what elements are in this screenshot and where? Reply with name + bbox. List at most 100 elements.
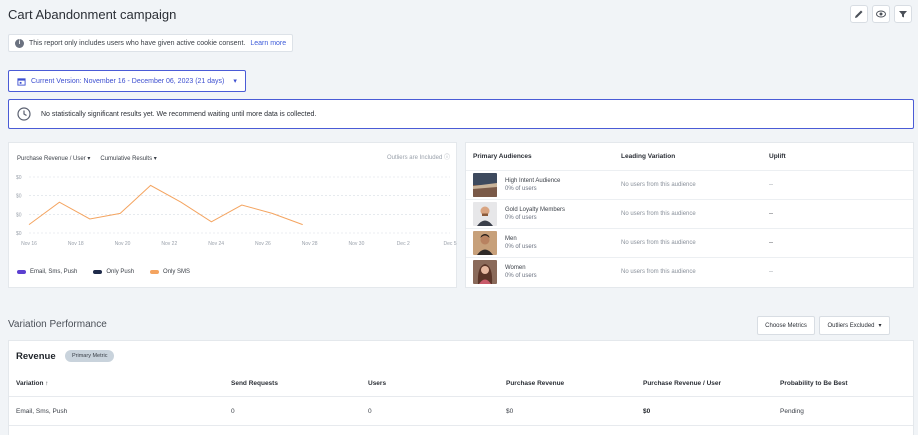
x-tick-label: Nov 22: [161, 241, 177, 247]
version-label: Current Version: November 16 - December …: [31, 77, 225, 85]
choose-metrics-button[interactable]: Choose Metrics: [757, 316, 815, 335]
legend-label: Only SMS: [163, 269, 191, 275]
series-line: [28, 184, 303, 226]
outliers-included-label: Outliers are Included ⓘ: [387, 152, 450, 161]
calendar-icon: [17, 77, 26, 86]
outliers-excluded-label: Outliers Excluded: [827, 322, 875, 329]
primary-metric-badge: Primary Metric: [65, 350, 115, 362]
audience-row[interactable]: Men 0% of users No users from this audien…: [466, 228, 913, 257]
info-icon: i: [15, 38, 24, 48]
divider: [9, 425, 913, 426]
page-title: Cart Abandonment campaign: [8, 7, 177, 22]
cookie-consent-banner: i This report only includes users who ha…: [8, 34, 294, 52]
audiences-header: Primary Audiences Leading Variation Upli…: [466, 143, 913, 170]
probability-column-header: Probability to Be Best: [780, 380, 848, 387]
line-chart: $0 $0 $0 $0 Nov 16 Nov 18 Nov 20 Nov 22 Nov 24 No…: [16, 175, 457, 247]
audience-avatar: [473, 231, 497, 255]
audiences-panel: Primary Audiences Leading Variation Upli…: [465, 142, 914, 288]
uplift-column-header: Uplift: [769, 153, 786, 160]
audience-thumbnail: [473, 173, 497, 197]
audience-name: Men: [505, 236, 517, 242]
audience-row[interactable]: High Intent Audience 0% of users No users…: [466, 170, 913, 199]
leading-variation: No users from this audience: [621, 240, 696, 246]
users-cell: 0: [368, 408, 372, 415]
pencil-icon: [855, 10, 863, 18]
leading-variation: No users from this audience: [621, 269, 696, 275]
significance-notice: No statistically significant results yet…: [8, 99, 914, 129]
leading-variation: No users from this audience: [621, 182, 696, 188]
legend-label: Only Push: [106, 269, 135, 275]
clock-icon: [17, 107, 31, 121]
audience-users: 0% of users: [505, 186, 537, 192]
chevron-down-icon: ▾: [878, 323, 882, 329]
x-tick-label: Nov 18: [68, 241, 84, 247]
legend-swatch: [17, 270, 26, 274]
outliers-text: Outliers are Included: [386, 155, 443, 161]
users-column-header: Users: [368, 380, 387, 387]
audience-users: 0% of users: [505, 244, 537, 250]
chevron-down-icon: ▾: [233, 78, 237, 85]
metric-dropdown[interactable]: Purchase Revenue / User: [17, 155, 90, 162]
edit-button[interactable]: [850, 5, 868, 23]
revenue-per-user-cell: $0: [643, 408, 651, 415]
revenue-title: Revenue: [16, 351, 56, 362]
x-tick-label: Nov 20: [115, 241, 131, 247]
x-tick-label: Dec 5: [443, 241, 456, 247]
legend-swatch: [150, 270, 160, 274]
uplift-value: --: [769, 182, 773, 188]
audience-avatar: [473, 202, 497, 226]
audience-name: Gold Loyalty Members: [505, 207, 566, 213]
send-requests-column-header: Send Requests: [231, 380, 278, 387]
y-tick-label: $0: [16, 231, 22, 237]
audience-avatar: [473, 260, 497, 284]
filter-button[interactable]: [894, 5, 912, 23]
learn-more-link[interactable]: Learn more: [250, 40, 286, 47]
probability-cell: Pending: [780, 408, 804, 415]
header-actions: [850, 5, 912, 23]
purchase-revenue-column-header: Purchase Revenue: [506, 380, 565, 387]
revenue-panel: Revenue Primary Metric Variation ↑ Send …: [8, 340, 914, 435]
results-mode-dropdown[interactable]: Cumulative Results: [100, 155, 156, 162]
outliers-excluded-dropdown[interactable]: Outliers Excluded ▾: [819, 316, 890, 335]
uplift-value: --: [769, 240, 773, 246]
audiences-column-header: Primary Audiences: [473, 153, 532, 160]
audience-users: 0% of users: [505, 215, 537, 221]
uplift-value: --: [769, 211, 773, 217]
uplift-value: --: [769, 269, 773, 275]
leading-variation: No users from this audience: [621, 211, 696, 217]
revenue-chart-panel: Purchase Revenue / User Cumulative Resul…: [8, 142, 457, 288]
audience-row[interactable]: Gold Loyalty Members 0% of users No users…: [466, 199, 913, 228]
legend-item[interactable]: Email, Sms, Push: [17, 269, 77, 275]
x-tick-label: Nov 26: [255, 241, 271, 247]
version-dropdown[interactable]: Current Version: November 16 - December …: [8, 70, 246, 92]
x-tick-label: Nov 30: [349, 241, 365, 247]
revenue-per-user-column-header: Purchase Revenue / User: [643, 380, 722, 387]
purchase-revenue-cell: $0: [506, 408, 514, 415]
variation-cell: Email, Sms, Push: [16, 408, 68, 415]
info-icon: ⓘ: [443, 155, 450, 161]
legend-item[interactable]: Only SMS: [150, 269, 190, 275]
variation-column-header[interactable]: Variation ↑: [16, 380, 49, 387]
audience-name: High Intent Audience: [505, 178, 561, 184]
notice-text: No statistically significant results yet…: [41, 110, 317, 118]
x-tick-label: Nov 16: [21, 241, 37, 247]
eye-icon: [876, 10, 886, 18]
variation-performance-title: Variation Performance: [8, 319, 107, 330]
divider: [9, 396, 913, 397]
y-tick-label: $0: [16, 194, 22, 200]
x-tick-label: Nov 24: [208, 241, 224, 247]
leading-variation-column-header: Leading Variation: [621, 153, 676, 160]
y-tick-label: $0: [16, 175, 22, 181]
consent-text: This report only includes users who have…: [29, 39, 246, 47]
legend-label: Email, Sms, Push: [30, 269, 78, 275]
audience-row[interactable]: Women 0% of users No users from this audi…: [466, 257, 913, 286]
legend-item[interactable]: Only Push: [93, 269, 134, 275]
legend-swatch: [93, 270, 103, 274]
filter-icon: [899, 11, 907, 18]
x-tick-label: Dec 2: [397, 241, 410, 247]
audience-name: Women: [505, 265, 526, 271]
audience-users: 0% of users: [505, 273, 537, 279]
x-tick-label: Nov 28: [302, 241, 318, 247]
send-requests-cell: 0: [231, 408, 235, 415]
preview-button[interactable]: [872, 5, 890, 23]
